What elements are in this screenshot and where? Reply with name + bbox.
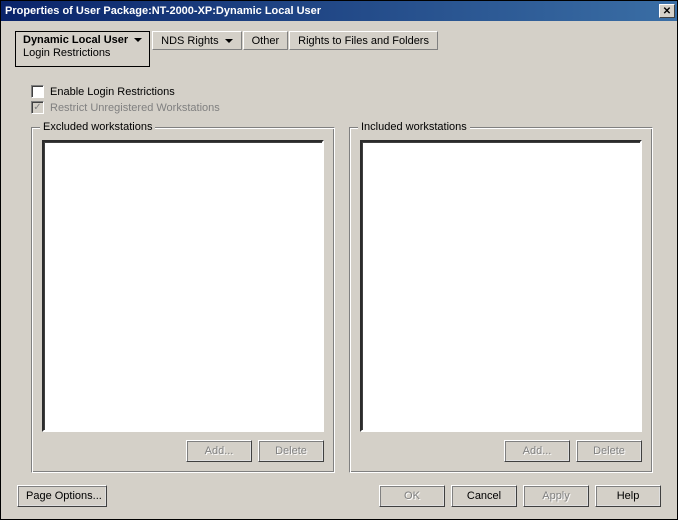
cancel-button[interactable]: Cancel — [451, 485, 517, 507]
tab-label: Other — [252, 35, 280, 47]
enable-login-restrictions-checkbox[interactable] — [31, 85, 44, 98]
enable-login-restrictions-label: Enable Login Restrictions — [50, 86, 175, 98]
included-workstations-group: Included workstations Add... Delete — [349, 127, 653, 473]
included-add-button: Add... — [504, 440, 570, 462]
tab-rights-files-folders[interactable]: Rights to Files and Folders — [289, 31, 438, 50]
tab-other[interactable]: Other — [243, 31, 289, 50]
included-buttons: Add... Delete — [360, 440, 642, 462]
ok-button: OK — [379, 485, 445, 507]
excluded-title: Excluded workstations — [40, 121, 155, 133]
window-title: Properties of User Package:NT-2000-XP:Dy… — [5, 5, 659, 17]
excluded-buttons: Add... Delete — [42, 440, 324, 462]
dialog-footer: Page Options... OK Cancel Apply Help — [11, 481, 667, 513]
excluded-listbox[interactable] — [42, 140, 324, 432]
tab-label: Dynamic Local User — [23, 34, 128, 46]
tab-label: NDS Rights — [161, 35, 218, 47]
title-bar: Properties of User Package:NT-2000-XP:Dy… — [1, 1, 677, 21]
restrict-unregistered-row: ✓ Restrict Unregistered Workstations — [31, 101, 659, 114]
included-delete-button: Delete — [576, 440, 642, 462]
client-area: Dynamic Local User Login Restrictions ND… — [1, 21, 677, 519]
tab-dynamic-local-user[interactable]: Dynamic Local User Login Restrictions — [15, 31, 150, 67]
excluded-delete-button: Delete — [258, 440, 324, 462]
tab-strip: Dynamic Local User Login Restrictions ND… — [15, 31, 667, 67]
apply-button: Apply — [523, 485, 589, 507]
tab-label: Rights to Files and Folders — [298, 35, 429, 47]
excluded-add-button: Add... — [186, 440, 252, 462]
workstation-groups: Excluded workstations Add... Delete Incl… — [31, 127, 653, 473]
included-title: Included workstations — [358, 121, 470, 133]
help-button[interactable]: Help — [595, 485, 661, 507]
page-options-button[interactable]: Page Options... — [17, 485, 107, 507]
tab-sub-login-restrictions[interactable]: Login Restrictions — [17, 47, 148, 60]
chevron-down-icon — [134, 38, 142, 42]
close-button[interactable]: ✕ — [659, 4, 675, 18]
tab-content: Enable Login Restrictions ✓ Restrict Unr… — [11, 67, 667, 481]
check-icon: ✓ — [33, 103, 41, 113]
excluded-workstations-group: Excluded workstations Add... Delete — [31, 127, 335, 473]
enable-login-restrictions-row[interactable]: Enable Login Restrictions — [31, 85, 659, 98]
restrict-unregistered-checkbox: ✓ — [31, 101, 44, 114]
dialog-window: Properties of User Package:NT-2000-XP:Dy… — [0, 0, 678, 520]
chevron-down-icon — [225, 39, 233, 43]
tab-nds-rights[interactable]: NDS Rights — [152, 31, 241, 50]
close-icon: ✕ — [663, 6, 671, 17]
included-listbox[interactable] — [360, 140, 642, 432]
restrict-unregistered-label: Restrict Unregistered Workstations — [50, 102, 220, 114]
